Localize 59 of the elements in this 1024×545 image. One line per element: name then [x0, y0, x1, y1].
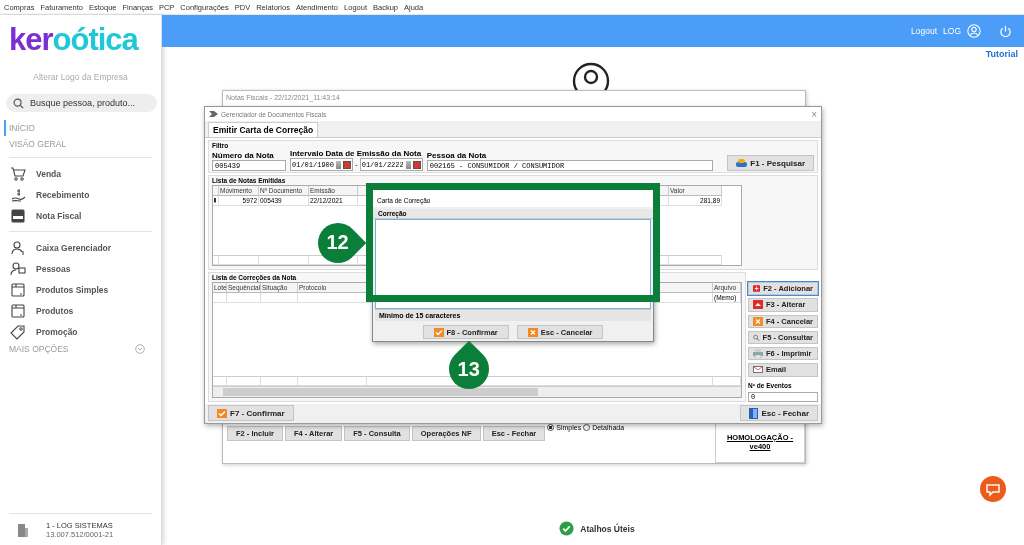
nav-item[interactable]: Nota Fiscal: [0, 205, 92, 226]
table-cell: [298, 376, 367, 386]
box-icon: [10, 302, 26, 319]
nav-item[interactable]: Promoção: [0, 321, 88, 342]
user-card-icon: [10, 260, 26, 277]
tutorial-link[interactable]: Tutorial: [985, 49, 1018, 59]
chevron-down-icon[interactable]: [135, 344, 145, 354]
table-cell: [219, 255, 259, 265]
money-icon: [10, 186, 26, 203]
search-icon: [753, 332, 760, 342]
cart-icon: [10, 165, 26, 182]
user-icon[interactable]: [967, 24, 981, 38]
company-logo: keroótica: [8, 21, 138, 57]
close-button[interactable]: Esc - Fechar: [740, 405, 818, 421]
horizontal-scrollbar[interactable]: [213, 386, 741, 397]
check-circle-icon: [559, 521, 575, 536]
tab[interactable]: Emitir Carta de Correção: [208, 122, 319, 137]
table-cell: [259, 255, 309, 265]
search-button[interactable]: F1 - Pesquisar: [727, 155, 814, 171]
close-button[interactable]: ×: [811, 108, 817, 120]
nav-item[interactable]: Produtos: [0, 300, 84, 321]
chat-bubble-icon[interactable]: [980, 476, 1006, 502]
nav-item[interactable]: Venda: [0, 163, 72, 184]
confirm-button[interactable]: F7 - Confirmar: [208, 405, 294, 421]
shortcuts-link[interactable]: Atalhos Úteis: [580, 523, 635, 534]
nav-item[interactable]: Caixa Gerenciador: [0, 237, 122, 258]
search-icon: [13, 97, 24, 109]
edit-icon: [753, 300, 763, 310]
print-icon: [753, 349, 763, 359]
user-name: LOG: [943, 26, 961, 36]
power-icon[interactable]: [999, 24, 1012, 38]
document-icon: [10, 207, 26, 224]
check-icon: [217, 408, 227, 418]
box-icon: [10, 281, 26, 298]
binoculars-icon: [736, 159, 748, 167]
cancel-icon: [753, 316, 763, 326]
app-icon: [209, 110, 218, 118]
search-field[interactable]: Busque pessoa, produto...: [6, 94, 157, 112]
nav-item[interactable]: Recebimento: [0, 184, 100, 205]
check-icon: [433, 327, 444, 337]
building-icon: [18, 523, 28, 537]
table-cell: [261, 293, 298, 303]
field-label: Pessoa da Nota: [426, 151, 488, 160]
tag-icon: [10, 323, 26, 340]
add-icon: [753, 284, 761, 294]
user-money-icon: [10, 239, 26, 256]
field-label: Intervalo Data de Emissão da Nota: [290, 149, 423, 158]
table-cell: [227, 293, 261, 303]
field-label: Número da Nota: [212, 151, 275, 160]
cross-icon: [527, 327, 538, 337]
nav-item[interactable]: Pessoas: [0, 258, 81, 279]
nav-item[interactable]: Produtos Simples: [0, 279, 119, 300]
table-cell: [213, 293, 227, 303]
text-area[interactable]: [375, 219, 651, 309]
row-indicator-icon: [213, 196, 219, 206]
more-options-label: MAIS OPÇÕES: [9, 344, 69, 354]
email-icon: [753, 365, 763, 375]
range-separator: -: [355, 160, 358, 169]
door-icon: [749, 407, 759, 419]
